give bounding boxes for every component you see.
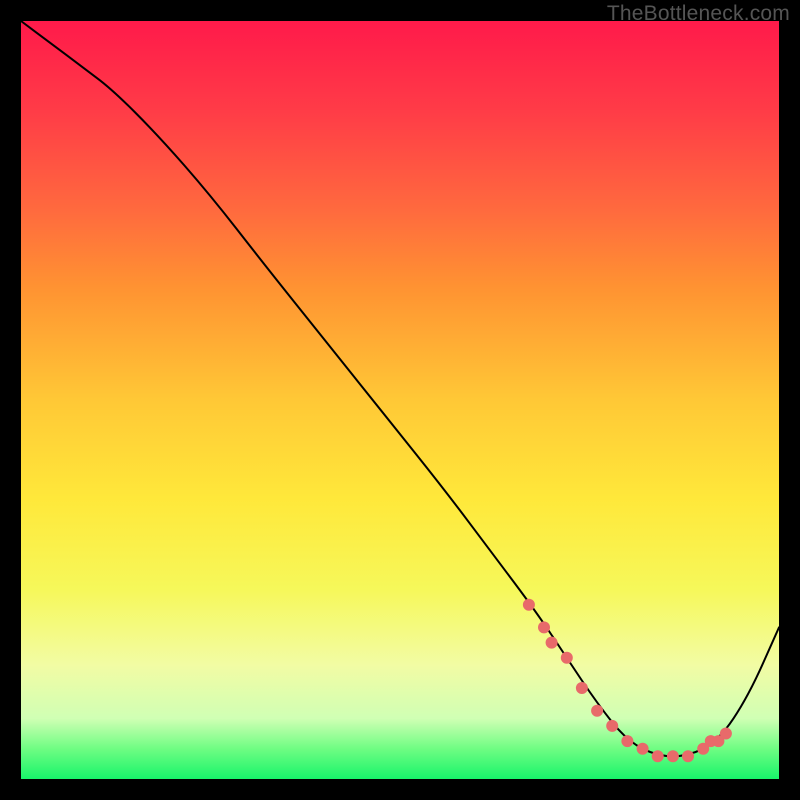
highlight-dot	[652, 750, 664, 762]
highlight-dot	[606, 720, 618, 732]
highlight-dot	[576, 682, 588, 694]
watermark-text: TheBottleneck.com	[607, 2, 790, 26]
highlight-dot	[561, 652, 573, 664]
highlight-dot	[523, 599, 535, 611]
chart-svg	[21, 21, 779, 779]
highlight-dot	[637, 743, 649, 755]
highlight-dot	[667, 750, 679, 762]
main-curve	[21, 21, 779, 756]
highlight-dot	[546, 637, 558, 649]
chart-plot-area	[21, 21, 779, 779]
highlight-dot	[538, 621, 550, 633]
highlight-dots-group	[523, 599, 732, 763]
highlight-dot	[682, 750, 694, 762]
highlight-dot	[720, 728, 732, 740]
highlight-dot	[621, 735, 633, 747]
highlight-dot	[591, 705, 603, 717]
